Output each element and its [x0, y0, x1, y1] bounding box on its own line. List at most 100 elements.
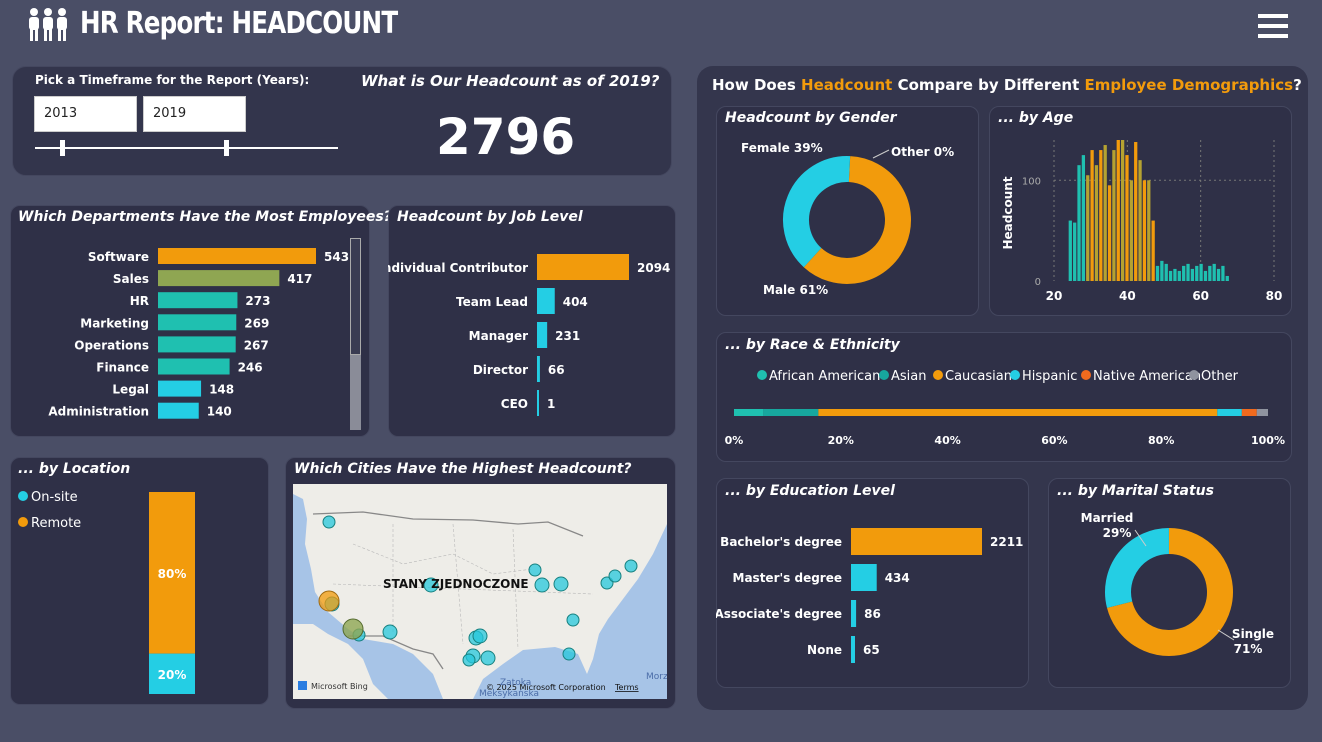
age-bar [1195, 265, 1199, 281]
map-sea-label: Morz [646, 672, 667, 682]
education-bar [851, 528, 982, 555]
departments-scrollbar[interactable] [350, 238, 361, 430]
education-bar-chart: Bachelor's degree 2211 Master's degree 434 A… [716, 528, 1023, 663]
cities-map[interactable]: STANY ZJEDNOCZONE Microsoft Bing © 2025 … [293, 484, 667, 699]
age-bar [1094, 165, 1099, 281]
race-segment [763, 409, 819, 416]
female-label: Female 39% [741, 141, 823, 155]
age-bar [1199, 263, 1203, 281]
age-bar [1177, 270, 1181, 281]
dept-bar [158, 380, 202, 397]
dept-value: 273 [245, 294, 270, 308]
age-bar [1147, 180, 1151, 281]
departments-scrollbar-thumb[interactable] [350, 238, 361, 355]
age-bar [1099, 150, 1103, 281]
age-x-tick: 80 [1266, 289, 1283, 303]
race-legend-dot [879, 370, 889, 380]
race-legend-dot [1010, 370, 1020, 380]
age-bar [1186, 263, 1190, 281]
age-bar [1073, 222, 1077, 281]
dept-value: 148 [209, 383, 234, 397]
married-label: Married [1081, 511, 1134, 525]
female-slice [783, 156, 851, 268]
kpi-headcount-value: 2796 [436, 108, 576, 166]
job-level-value: 404 [563, 295, 588, 309]
age-title: ... by Age [998, 110, 1074, 126]
hamburger-menu-icon[interactable] [1258, 12, 1288, 42]
map-gulf-label-2: Meksykańska [479, 689, 539, 699]
people-icon [29, 8, 67, 41]
age-bar [1125, 155, 1129, 281]
job-level-bar [537, 288, 555, 314]
education-title: ... by Education Level [725, 483, 895, 499]
age-bar [1129, 180, 1133, 281]
timeframe-label: Pick a Timeframe for the Report (Years): [35, 73, 310, 87]
age-bar [1168, 270, 1173, 281]
map-country-label: STANY ZJEDNOCZONE [383, 577, 529, 591]
onsite-bar-label: 20% [158, 668, 187, 682]
education-value: 86 [864, 607, 881, 621]
age-y-tick: 100 [1022, 176, 1041, 187]
race-legend-dot [1081, 370, 1091, 380]
race-legend-label: Hispanic [1022, 369, 1077, 384]
race-legend-label: Caucasian [945, 369, 1012, 384]
dept-bar [158, 402, 199, 419]
age-bar [1212, 263, 1216, 281]
race-x-tick: 80% [1148, 434, 1174, 447]
dept-label: Finance [96, 361, 149, 375]
year-slider-start-handle[interactable] [60, 140, 66, 156]
race-x-tick: 40% [934, 434, 960, 447]
dept-label: Sales [113, 272, 149, 286]
map-terms-link[interactable]: Terms [614, 683, 639, 692]
job-level-label: Manager [469, 329, 528, 343]
dept-value: 140 [207, 405, 232, 419]
age-histogram: 100 0 20 40 60 80 Headcount [1001, 140, 1283, 303]
marital-donut-chart: Married29% Single71% [1081, 511, 1274, 656]
cities-title: Which Cities Have the Highest Headcount? [294, 461, 632, 477]
education-label: Bachelor's degree [720, 535, 842, 549]
race-segment [1217, 409, 1242, 416]
age-bar [1160, 260, 1164, 281]
race-legend-label: Native American [1093, 369, 1201, 384]
age-bar [1081, 155, 1086, 281]
race-stacked-bar: African American Asian Caucasian Hispanic Na… [725, 369, 1285, 447]
education-value: 65 [863, 643, 880, 657]
education-bar [851, 636, 855, 663]
job-level-bar [537, 356, 540, 382]
education-label: Associate's degree [716, 607, 842, 621]
race-x-tick: 0% [725, 434, 744, 447]
education-label: Master's degree [733, 571, 842, 585]
map-gulf-label-1: Zatoka [500, 678, 531, 688]
age-bar [1134, 142, 1138, 281]
bing-label: Microsoft Bing [311, 682, 368, 691]
education-bar [851, 600, 857, 627]
race-x-tick: 20% [828, 434, 854, 447]
age-bar [1173, 268, 1177, 281]
dept-bar [158, 314, 237, 331]
job-level-value: 1 [547, 397, 555, 411]
gender-title: Headcount by Gender [725, 110, 897, 126]
age-bar [1182, 265, 1186, 281]
race-legend-dot [757, 370, 767, 380]
age-x-tick: 60 [1192, 289, 1209, 303]
age-bar [1142, 180, 1147, 281]
other-leader-line [872, 149, 890, 159]
other-label: Other 0% [891, 145, 954, 159]
race-legend-dot [933, 370, 943, 380]
year-from-input[interactable]: 2013 [34, 96, 137, 132]
age-bar [1138, 160, 1142, 281]
year-slider-track[interactable] [35, 147, 338, 149]
year-slider-end-handle[interactable] [223, 140, 229, 156]
age-bar [1086, 175, 1090, 281]
age-bar [1120, 140, 1125, 281]
age-bar [1090, 150, 1094, 281]
year-to-input[interactable]: 2019 [143, 96, 246, 132]
age-bar [1203, 270, 1208, 281]
race-legend-label: African American [769, 369, 880, 384]
age-bar [1151, 220, 1155, 281]
education-value: 434 [885, 571, 910, 585]
age-bar [1155, 265, 1160, 281]
location-title: ... by Location [18, 461, 131, 477]
dept-value: 543 [324, 250, 349, 264]
married-pct-label: 29% [1103, 526, 1132, 540]
